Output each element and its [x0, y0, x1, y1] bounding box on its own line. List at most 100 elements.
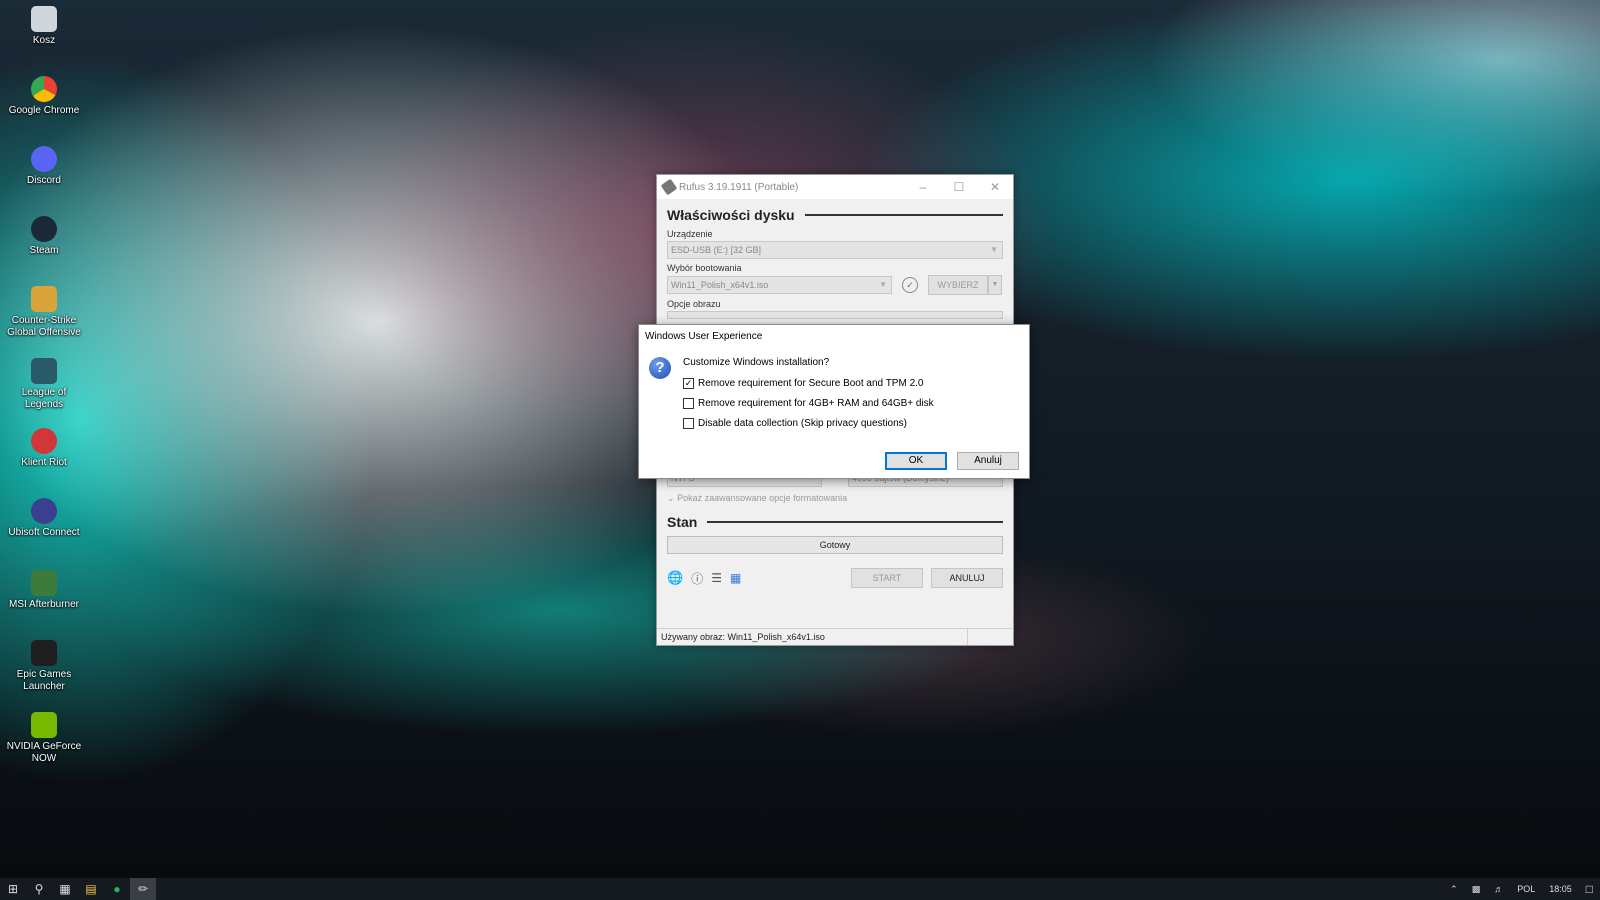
option-label: Remove requirement for Secure Boot and T… [698, 378, 924, 389]
desktop-icon-discord[interactable]: Discord [4, 146, 84, 187]
search-icon[interactable]: ⚲ [26, 878, 52, 900]
notifications-icon[interactable]: □ [1586, 882, 1593, 896]
task-view-icon[interactable]: ▦ [52, 878, 78, 900]
option-label: Disable data collection (Skip privacy qu… [698, 418, 907, 429]
check-hash-icon[interactable]: ✓ [902, 277, 918, 293]
option-secure-boot-tpm[interactable]: ✓ Remove requirement for Secure Boot and… [683, 378, 923, 389]
desktop-icon-label: Epic Games Launcher [16, 669, 72, 692]
log-table-icon[interactable]: ▦ [730, 571, 741, 585]
ok-button[interactable]: OK [885, 452, 947, 470]
desktop-icon-label: Klient Riot [21, 457, 67, 468]
chevron-down-icon: ▼ [879, 280, 887, 289]
taskbar: ⊞ ⚲ ▦ ▤ ● ✏ ⌃ ▩ ♬ POL 18:05 □ [0, 878, 1600, 900]
rufus-statusbar: Używany obraz: Win11_Polish_x64v1.iso [657, 628, 1013, 645]
recycle-bin-icon [31, 6, 57, 32]
discord-icon [31, 146, 57, 172]
desktop-icon-label: Ubisoft Connect [8, 527, 80, 538]
desktop-icon-epic[interactable]: Epic Games Launcher [4, 640, 84, 693]
select-image-button[interactable]: WYBIERZ [928, 275, 988, 295]
chevron-down-icon: ⌄ [667, 493, 675, 503]
section-divider [707, 521, 1003, 523]
bottom-toolbar: 🌐 ⓘ ☰ ▦ START ANULUJ [667, 568, 1003, 588]
dialog-cancel-button[interactable]: Anuluj [957, 452, 1019, 470]
advanced-format-label: Pokaż zaawansowane opcje formatowania [677, 493, 848, 503]
option-data-collection[interactable]: Disable data collection (Skip privacy qu… [683, 418, 907, 429]
cancel-button[interactable]: ANULUJ [931, 568, 1003, 588]
desktop-icon-label: Counter-Strike Global Offensive [7, 315, 81, 338]
desktop-icon-chrome[interactable]: Google Chrome [4, 76, 84, 117]
advanced-format-toggle[interactable]: ⌄ Pokaż zaawansowane opcje formatowania [667, 493, 1003, 504]
windows-start-icon[interactable]: ⊞ [0, 878, 26, 900]
maximize-button[interactable]: ☐ [941, 180, 977, 194]
desktop-icon-msi[interactable]: MSI Afterburner [4, 570, 84, 611]
section-divider [804, 214, 1003, 216]
dialog-title: Windows User Experience [645, 331, 763, 342]
image-options-select[interactable] [667, 311, 1003, 319]
option-label: Remove requirement for 4GB+ RAM and 64GB… [698, 398, 934, 409]
chevron-up-icon[interactable]: ⌃ [1450, 884, 1458, 895]
status-progress-bar: Gotowy [667, 536, 1003, 554]
boot-selection-select[interactable]: Win11_Polish_x64v1.iso ▼ [667, 276, 892, 294]
clock[interactable]: 18:05 [1549, 884, 1572, 894]
checkbox-unchecked[interactable] [683, 398, 694, 409]
desktop-icon-steam[interactable]: Steam [4, 216, 84, 257]
epic-games-icon [31, 640, 57, 666]
select-dropdown-button[interactable]: ▼ [988, 275, 1002, 295]
boot-selection-label: Wybór bootowania [667, 263, 742, 273]
desktop-icon-riot[interactable]: Klient Riot [4, 428, 84, 469]
rufus-app-icon [660, 178, 678, 196]
desktop-icon-recycle-bin[interactable]: Kosz [4, 6, 84, 47]
globe-icon[interactable]: 🌐 [667, 570, 683, 586]
close-button[interactable]: ✕ [977, 180, 1013, 194]
desktop-icon-nvidia[interactable]: NVIDIA GeForce NOW [4, 712, 84, 765]
section-title: Właściwości dysku [667, 207, 795, 223]
steam-icon [31, 216, 57, 242]
start-button[interactable]: START [851, 568, 923, 588]
spotify-icon[interactable]: ● [104, 878, 130, 900]
ubisoft-icon [31, 498, 57, 524]
boot-selection-row: Win11_Polish_x64v1.iso ▼ ✓ WYBIERZ ▼ [667, 275, 1003, 295]
desktop-icon-label: NVIDIA GeForce NOW [6, 741, 82, 764]
boot-selection-value: Win11_Polish_x64v1.iso [671, 280, 769, 290]
chevron-down-icon: ▼ [990, 245, 998, 254]
statusbar-divider [967, 629, 968, 645]
desktop-icon-ubisoft[interactable]: Ubisoft Connect [4, 498, 84, 539]
desktop-icon-label: Google Chrome [8, 105, 80, 116]
desktop-icon-lol[interactable]: League of Legends [4, 358, 84, 411]
dialog-question: Customize Windows installation? [683, 357, 830, 368]
statusbar-text: Używany obraz: Win11_Polish_x64v1.iso [661, 632, 825, 642]
network-icon[interactable]: ▩ [1472, 884, 1481, 895]
info-icon[interactable]: ⓘ [691, 570, 703, 587]
system-tray: ⌃ ▩ ♬ POL 18:05 □ [1443, 878, 1600, 900]
nvidia-icon [31, 712, 57, 738]
status-text: Gotowy [819, 540, 851, 550]
language-indicator[interactable]: POL [1517, 884, 1535, 894]
msi-afterburner-icon [31, 570, 57, 596]
device-label: Urządzenie [667, 229, 713, 239]
device-select[interactable]: ESD-USB (E:) [32 GB] ▼ [667, 241, 1003, 259]
desktop-icon-label: League of Legends [21, 387, 67, 410]
desktop-icon-csgo[interactable]: Counter-Strike Global Offensive [4, 286, 84, 339]
customize-dialog: Windows User Experience ? Customize Wind… [638, 324, 1030, 479]
rufus-titlebar[interactable]: Rufus 3.19.1911 (Portable) – ☐ ✕ [657, 175, 1013, 199]
riot-icon [31, 428, 57, 454]
section-title: Stan [667, 514, 698, 530]
image-options-label: Opcje obrazu [667, 299, 721, 309]
window-title: Rufus 3.19.1911 (Portable) [679, 181, 799, 193]
option-ram-disk[interactable]: Remove requirement for 4GB+ RAM and 64GB… [683, 398, 934, 409]
chrome-icon [31, 76, 57, 102]
volume-icon[interactable]: ♬ [1494, 884, 1503, 894]
desktop-icon-label: Kosz [32, 35, 56, 46]
desktop-icon-label: Discord [27, 175, 61, 186]
section-drive-properties: Właściwości dysku [667, 207, 1003, 223]
minimize-button[interactable]: – [905, 180, 941, 194]
device-value: ESD-USB (E:) [32 GB] [671, 245, 762, 255]
csgo-icon [31, 286, 57, 312]
checkbox-checked[interactable]: ✓ [683, 378, 694, 389]
checkbox-unchecked[interactable] [683, 418, 694, 429]
file-explorer-icon[interactable]: ▤ [78, 878, 104, 900]
settings-sliders-icon[interactable]: ☰ [711, 571, 722, 585]
rufus-taskbar-icon[interactable]: ✏ [130, 878, 156, 900]
desktop-icon-label: MSI Afterburner [8, 599, 80, 610]
desktop-icon-label: Steam [29, 245, 59, 256]
